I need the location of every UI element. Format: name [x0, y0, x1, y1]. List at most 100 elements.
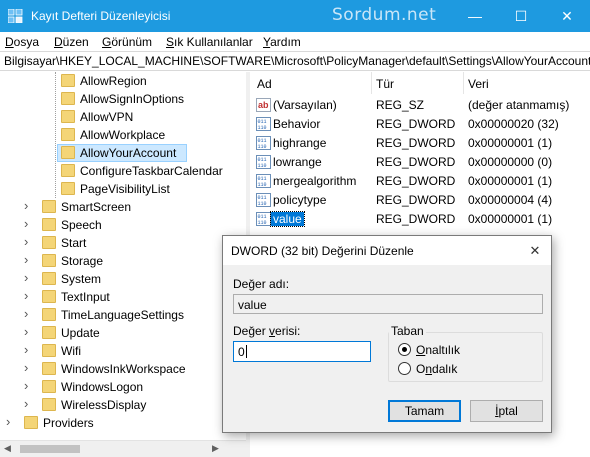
column-header-type[interactable]: Tür [376, 77, 394, 91]
cancel-label: ptal [498, 404, 518, 418]
scroll-left-icon[interactable]: ◀ [4, 443, 11, 454]
tree-item[interactable]: PageVisibilityList [0, 180, 246, 198]
folder-icon [42, 308, 56, 321]
address-path: Bilgisayar\HKEY_LOCAL_MACHINE\SOFTWARE\M… [4, 54, 590, 68]
chevron-right-icon[interactable]: › [24, 378, 34, 393]
scroll-right-icon[interactable]: ▶ [212, 443, 219, 454]
value-data: 0x00000001 (1) [468, 212, 553, 226]
value-row[interactable]: 011 110 lowrange REG_DWORD 0x00000000 (0) [250, 153, 590, 172]
menu-favorites[interactable]: Sık Kullanılanlar [166, 35, 253, 49]
folder-icon [61, 74, 75, 87]
dialog-close-button[interactable]: ✕ [519, 236, 551, 265]
menu-file[interactable]: Dosya [5, 35, 39, 49]
column-header-data[interactable]: Veri [468, 77, 489, 91]
svg-text:110: 110 [258, 144, 267, 150]
folder-icon [42, 200, 56, 213]
folder-icon [42, 290, 56, 303]
key-tree[interactable]: AllowRegion AllowSignInOptions AllowVPN All… [0, 72, 246, 440]
hex-radio-label[interactable]: Onaltılık [416, 343, 460, 357]
menu-view[interactable]: Görünüm [102, 35, 152, 49]
value-type: REG_DWORD [376, 174, 456, 188]
tree-item[interactable]: ConfigureTaskbarCalendar [0, 162, 246, 180]
decimal-label-text: dalık [432, 362, 458, 376]
value-data-input[interactable]: 0 [233, 341, 371, 362]
chevron-right-icon[interactable]: › [24, 360, 34, 375]
tree-item[interactable]: › Start [0, 234, 246, 252]
tree-item[interactable]: › Speech [0, 216, 246, 234]
hex-radio[interactable] [398, 343, 411, 356]
chevron-right-icon[interactable]: › [24, 270, 34, 285]
column-separator[interactable] [371, 72, 372, 94]
folder-icon [61, 146, 75, 159]
tree-item-label: TimeLanguageSettings [61, 308, 184, 322]
menu-edit[interactable]: Düzen [54, 35, 89, 49]
tree-item[interactable]: AllowSignInOptions [0, 90, 246, 108]
tree-item[interactable]: › System [0, 270, 246, 288]
tree-item[interactable]: › WirelessDisplay [0, 396, 246, 414]
value-row[interactable]: 011 110 Behavior REG_DWORD 0x00000020 (32) [250, 115, 590, 134]
tree-item[interactable]: › Providers [0, 414, 246, 432]
chevron-right-icon[interactable]: › [6, 414, 16, 429]
tree-item[interactable]: AllowYourAccount [0, 144, 246, 162]
menu-edit-label: üzen [62, 35, 89, 49]
value-data-label-pre: Değer [233, 324, 270, 338]
value-name: policytype [273, 193, 327, 207]
close-button[interactable]: ✕ [544, 0, 590, 32]
binary-value-icon: 011110 [256, 155, 271, 169]
value-row[interactable]: ab (Varsayılan) REG_SZ (değer atanmamış) [250, 96, 590, 115]
tree-item[interactable]: › Storage [0, 252, 246, 270]
base-group [388, 332, 543, 382]
value-data-label: Değer verisi: [233, 324, 300, 338]
value-row[interactable]: 011 110 highrange REG_DWORD 0x00000001 (1) [250, 134, 590, 153]
folder-icon [61, 182, 75, 195]
tree-item[interactable]: › Wifi [0, 342, 246, 360]
minimize-button[interactable]: — [452, 0, 498, 32]
address-bar[interactable]: Bilgisayar\HKEY_LOCAL_MACHINE\SOFTWARE\M… [0, 51, 590, 71]
tree-item[interactable]: AllowRegion [0, 72, 246, 90]
tree-item-label: TextInput [61, 290, 110, 304]
binary-value-icon: 011110 [256, 193, 271, 207]
tree-item[interactable]: › WindowsInkWorkspace [0, 360, 246, 378]
chevron-right-icon[interactable]: › [24, 396, 34, 411]
decimal-radio[interactable] [398, 362, 411, 375]
hex-mnemonic: O [416, 343, 426, 357]
close-icon: ✕ [529, 243, 541, 258]
tree-item[interactable]: › TextInput [0, 288, 246, 306]
menu-help[interactable]: Yardım [263, 35, 301, 49]
value-name: lowrange [273, 155, 322, 169]
value-data: 0x00000004 (4) [468, 193, 553, 207]
scroll-thumb[interactable] [20, 445, 80, 453]
value-data: 0x00000001 (1) [468, 136, 553, 150]
chevron-right-icon[interactable]: › [24, 288, 34, 303]
cancel-button[interactable]: İptal [470, 400, 543, 422]
tree-item[interactable]: AllowWorkplace [0, 126, 246, 144]
svg-text:110: 110 [258, 182, 267, 188]
tree-item[interactable]: AllowVPN [0, 108, 246, 126]
tree-item-label: AllowYourAccount [80, 146, 177, 160]
column-header-name[interactable]: Ad [257, 77, 272, 91]
chevron-right-icon[interactable]: › [24, 198, 34, 213]
svg-text:110: 110 [258, 201, 267, 207]
tree-item[interactable]: › SmartScreen [0, 198, 246, 216]
chevron-right-icon[interactable]: › [24, 234, 34, 249]
folder-icon [61, 110, 75, 123]
chevron-right-icon[interactable]: › [24, 306, 34, 321]
chevron-right-icon[interactable]: › [24, 252, 34, 267]
tree-item[interactable]: › TimeLanguageSettings [0, 306, 246, 324]
value-row[interactable]: 011 110 policytype REG_DWORD 0x00000004 (4) [250, 191, 590, 210]
column-separator[interactable] [463, 72, 464, 94]
tree-horizontal-scrollbar[interactable]: ◀ ▶ [0, 440, 246, 457]
tree-item[interactable]: › WindowsLogon [0, 378, 246, 396]
tree-item[interactable]: › Update [0, 324, 246, 342]
value-row[interactable]: 011 110 value REG_DWORD 0x00000001 (1) [250, 210, 590, 229]
value-data-label-post: erisi: [275, 324, 301, 338]
ok-button[interactable]: Tamam [388, 400, 461, 422]
chevron-right-icon[interactable]: › [24, 342, 34, 357]
chevron-right-icon[interactable]: › [24, 324, 34, 339]
value-row[interactable]: 011 110 mergealgorithm REG_DWORD 0x00000001 … [250, 172, 590, 191]
chevron-right-icon[interactable]: › [24, 216, 34, 231]
tree-item-label: PageVisibilityList [80, 182, 170, 196]
maximize-button[interactable]: ☐ [498, 0, 544, 32]
decimal-radio-label[interactable]: Ondalık [416, 362, 457, 376]
value-data: 0x00000020 (32) [468, 117, 559, 131]
